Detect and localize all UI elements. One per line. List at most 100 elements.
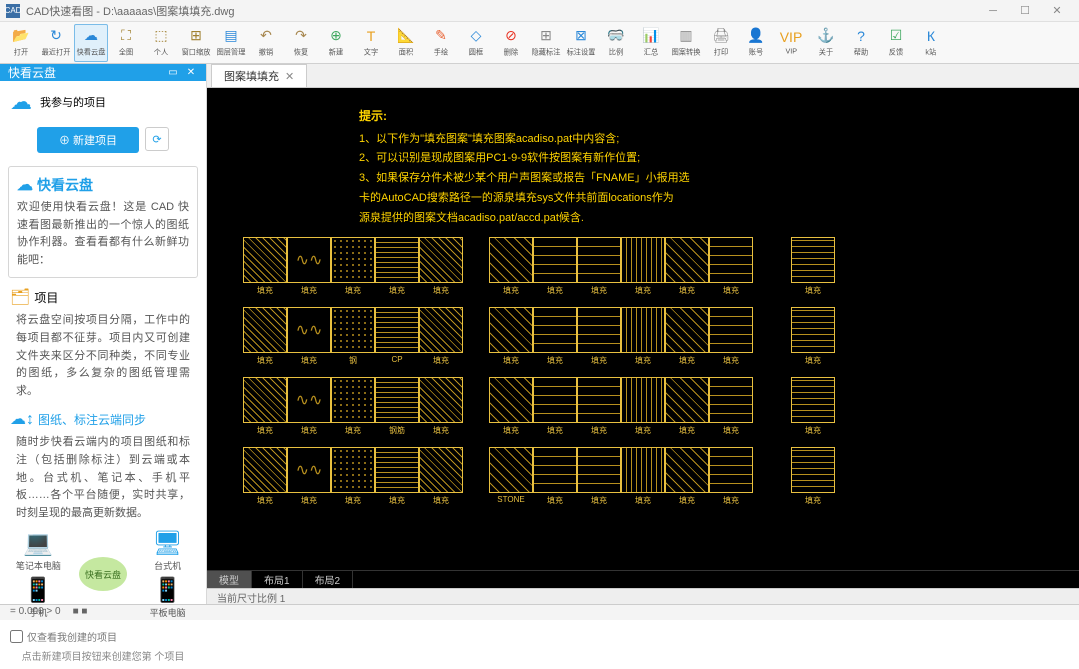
pattern-swatch[interactable] [709,307,753,353]
toolbar-反馈[interactable]: ☑反馈 [879,24,913,62]
toolbar-帮助[interactable]: ?帮助 [844,24,878,62]
toolbar-恢复[interactable]: ↷恢复 [284,24,318,62]
toolbar-隐藏标注[interactable]: ⊞隐藏标注 [529,24,563,62]
pattern-swatch[interactable] [665,307,709,353]
pattern-swatch[interactable] [533,237,577,283]
toolbar-文字[interactable]: T文字 [354,24,388,62]
toolbar-关于[interactable]: ⚓关于 [809,24,843,62]
document-tab[interactable]: 图案填填充 ✕ [211,64,307,87]
toolbar-账号[interactable]: 👤账号 [739,24,773,62]
pattern-swatch[interactable] [791,377,835,423]
pattern-swatch[interactable] [331,307,375,353]
sidebar-close-icon[interactable]: ✕ [184,66,198,80]
pattern-swatch[interactable] [791,307,835,353]
toolbar-图案转换[interactable]: ▥图案转换 [669,24,703,62]
drawing-canvas[interactable]: 提示: 1、以下作为"填充图案"填充图案acadiso.pat中内容含;2、可以… [207,88,1079,570]
toolbar-个人[interactable]: ⬚个人 [144,24,178,62]
pattern-swatch[interactable] [243,447,287,493]
pattern-swatch[interactable] [533,447,577,493]
cloud-icon: ☁ [10,89,32,115]
toolbar-icon: ▥ [677,28,695,44]
toolbar-快看云盘[interactable]: ☁快看云盘 [74,24,108,62]
pattern-swatch[interactable] [533,377,577,423]
toolbar-全图[interactable]: ⛶全图 [109,24,143,62]
pattern-swatch[interactable] [419,307,463,353]
pattern-swatch[interactable] [375,307,419,353]
pattern-swatch[interactable] [287,447,331,493]
new-project-button[interactable]: ⊕ 新建项目 [37,127,139,153]
layout-tab[interactable]: 布局1 [252,571,303,588]
toolbar-k站[interactable]: Кk站 [914,24,948,62]
pattern-swatch[interactable] [489,307,533,353]
only-mine-checkbox[interactable]: 仅查看我创建的项目 [10,629,196,644]
pattern-swatch[interactable] [489,237,533,283]
pattern-swatch[interactable] [533,307,577,353]
pattern-swatch[interactable] [709,237,753,283]
pattern-swatch[interactable] [375,447,419,493]
only-mine-input[interactable] [10,630,23,643]
toolbar-删除[interactable]: ⊘删除 [494,24,528,62]
pattern-swatch[interactable] [621,237,665,283]
toolbar-新建[interactable]: ⊕新建 [319,24,353,62]
toolbar-比例[interactable]: 🥽比例 [599,24,633,62]
refresh-button[interactable]: ⟳ [145,127,169,151]
tab-close-icon[interactable]: ✕ [285,70,294,83]
pattern-swatch[interactable] [489,377,533,423]
pattern-swatch[interactable] [375,237,419,283]
pattern-swatch[interactable] [331,377,375,423]
pattern-swatch[interactable] [791,237,835,283]
toolbar-label: 最近打开 [42,46,71,56]
toolbar-撤销[interactable]: ↶撤销 [249,24,283,62]
toolbar-打印[interactable]: 🖨打印 [704,24,738,62]
pattern-swatch[interactable] [243,377,287,423]
section-sync-label: 图纸、标注云端同步 [38,411,146,428]
pattern-swatch[interactable] [621,307,665,353]
canvas-area: 图案填填充 ✕ 提示: 1、以下作为"填充图案"填充图案acadiso.pat中… [207,64,1079,604]
pattern-swatch[interactable] [331,447,375,493]
pattern-swatch[interactable] [243,307,287,353]
toolbar-icon: ↻ [47,28,65,44]
pattern-swatch[interactable] [577,447,621,493]
sidebar-pin-icon[interactable]: ▭ [166,66,180,80]
pattern-swatch[interactable] [577,307,621,353]
pattern-swatch[interactable] [287,237,331,283]
pattern-swatch[interactable] [577,377,621,423]
close-button[interactable]: ✕ [1041,1,1073,21]
toolbar-label: 手绘 [434,46,448,56]
pattern-swatch[interactable] [621,447,665,493]
layout-tab[interactable]: 布局2 [303,571,354,588]
minimize-button[interactable]: ─ [977,1,1009,21]
pattern-swatch[interactable] [791,447,835,493]
pattern-swatch[interactable] [375,377,419,423]
toolbar-图层管理[interactable]: ▤图层管理 [214,24,248,62]
pattern-swatch[interactable] [489,447,533,493]
pattern-swatch[interactable] [665,447,709,493]
toolbar-手绘[interactable]: ✎ 手绘 [424,24,458,62]
toolbar-汇总[interactable]: 📊汇总 [634,24,668,62]
toolbar-icon: ✎ [432,28,450,44]
pattern-swatch[interactable] [287,307,331,353]
pattern-swatch[interactable] [419,377,463,423]
pattern-swatch[interactable] [331,237,375,283]
pattern-swatch[interactable] [665,237,709,283]
pattern-swatch[interactable] [665,377,709,423]
toolbar-VIP[interactable]: VIPVIP [774,24,808,62]
pattern-swatch[interactable] [243,237,287,283]
toolbar-icon: ? [852,28,870,44]
toolbar-打开[interactable]: 📂打开 [4,24,38,62]
toolbar-label: 反馈 [889,46,903,56]
pattern-swatch[interactable] [287,377,331,423]
pattern-swatch[interactable] [621,377,665,423]
pattern-swatch[interactable] [577,237,621,283]
toolbar-圆框[interactable]: ◇圆框 [459,24,493,62]
pattern-swatch[interactable] [419,447,463,493]
maximize-button[interactable]: ☐ [1009,1,1041,21]
pattern-swatch[interactable] [419,237,463,283]
toolbar-最近打开[interactable]: ↻ 最近打开 [39,24,73,62]
toolbar-面积[interactable]: 📐面积 [389,24,423,62]
pattern-swatch[interactable] [709,377,753,423]
layout-tab[interactable]: 模型 [207,571,252,588]
toolbar-标注设置[interactable]: ⊠标注设置 [564,24,598,62]
pattern-swatch[interactable] [709,447,753,493]
toolbar-窗口缩放[interactable]: ⊞窗口缩放 [179,24,213,62]
